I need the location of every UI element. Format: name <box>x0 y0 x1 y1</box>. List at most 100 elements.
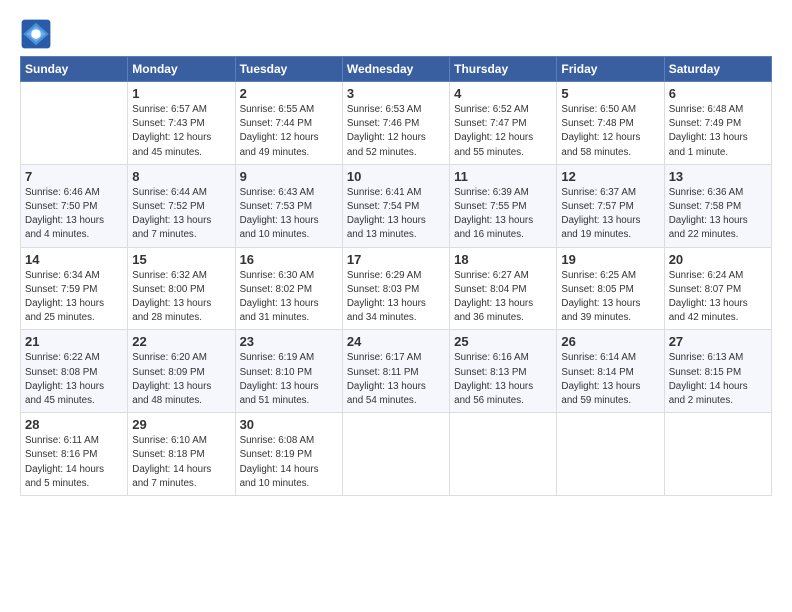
calendar-cell: 24 Sunrise: 6:17 AM Sunset: 8:11 PM Dayli… <box>342 330 449 413</box>
day-info: Sunrise: 6:08 AM Sunset: 8:19 PM Dayligh… <box>240 434 338 491</box>
day-number: 14 <box>25 252 123 267</box>
day-number: 15 <box>132 252 230 267</box>
day-number: 26 <box>561 334 659 349</box>
page-container: SundayMondayTuesdayWednesdayThursdayFrid… <box>0 0 792 506</box>
day-number: 25 <box>454 334 552 349</box>
calendar-cell: 25 Sunrise: 6:16 AM Sunset: 8:13 PM Dayli… <box>450 330 557 413</box>
day-number: 4 <box>454 86 552 101</box>
calendar-cell <box>21 82 128 165</box>
calendar-cell: 17 Sunrise: 6:29 AM Sunset: 8:03 PM Dayli… <box>342 247 449 330</box>
day-number: 12 <box>561 169 659 184</box>
day-number: 13 <box>669 169 767 184</box>
calendar-cell: 9 Sunrise: 6:43 AM Sunset: 7:53 PM Daylig… <box>235 164 342 247</box>
day-info: Sunrise: 6:39 AM Sunset: 7:55 PM Dayligh… <box>454 186 552 243</box>
logo <box>20 18 56 50</box>
day-info: Sunrise: 6:24 AM Sunset: 8:07 PM Dayligh… <box>669 269 767 326</box>
day-number: 1 <box>132 86 230 101</box>
day-number: 8 <box>132 169 230 184</box>
calendar-cell: 13 Sunrise: 6:36 AM Sunset: 7:58 PM Dayli… <box>664 164 771 247</box>
day-info: Sunrise: 6:52 AM Sunset: 7:47 PM Dayligh… <box>454 103 552 160</box>
calendar-cell: 29 Sunrise: 6:10 AM Sunset: 8:18 PM Dayli… <box>128 413 235 496</box>
calendar-cell: 11 Sunrise: 6:39 AM Sunset: 7:55 PM Dayli… <box>450 164 557 247</box>
header-saturday: Saturday <box>664 57 771 82</box>
calendar-cell: 16Sunrise: 6:30 AM Sunset: 8:02 PM Dayli… <box>235 247 342 330</box>
calendar-cell: 30 Sunrise: 6:08 AM Sunset: 8:19 PM Dayli… <box>235 413 342 496</box>
calendar-cell: 28 Sunrise: 6:11 AM Sunset: 8:16 PM Dayli… <box>21 413 128 496</box>
day-number: 29 <box>132 417 230 432</box>
header-sunday: Sunday <box>21 57 128 82</box>
day-number: 30 <box>240 417 338 432</box>
calendar-week-row: 1 Sunrise: 6:57 AM Sunset: 7:43 PM Daylig… <box>21 82 772 165</box>
day-number: 18 <box>454 252 552 267</box>
calendar-cell: 10 Sunrise: 6:41 AM Sunset: 7:54 PM Dayli… <box>342 164 449 247</box>
calendar-cell: 15Sunrise: 6:32 AM Sunset: 8:00 PM Dayli… <box>128 247 235 330</box>
day-number: 9 <box>240 169 338 184</box>
day-info: Sunrise: 6:16 AM Sunset: 8:13 PM Dayligh… <box>454 351 552 408</box>
calendar-cell: 5Sunrise: 6:50 AM Sunset: 7:48 PM Daylig… <box>557 82 664 165</box>
calendar-cell: 14Sunrise: 6:34 AM Sunset: 7:59 PM Dayli… <box>21 247 128 330</box>
calendar-cell <box>342 413 449 496</box>
header-monday: Monday <box>128 57 235 82</box>
calendar-cell: 19 Sunrise: 6:25 AM Sunset: 8:05 PM Dayli… <box>557 247 664 330</box>
calendar-week-row: 14Sunrise: 6:34 AM Sunset: 7:59 PM Dayli… <box>21 247 772 330</box>
calendar-cell: 4 Sunrise: 6:52 AM Sunset: 7:47 PM Daylig… <box>450 82 557 165</box>
day-info: Sunrise: 6:19 AM Sunset: 8:10 PM Dayligh… <box>240 351 338 408</box>
header-wednesday: Wednesday <box>342 57 449 82</box>
header-thursday: Thursday <box>450 57 557 82</box>
day-info: Sunrise: 6:30 AM Sunset: 8:02 PM Dayligh… <box>240 269 338 326</box>
day-info: Sunrise: 6:29 AM Sunset: 8:03 PM Dayligh… <box>347 269 445 326</box>
day-number: 10 <box>347 169 445 184</box>
day-number: 28 <box>25 417 123 432</box>
calendar-week-row: 21Sunrise: 6:22 AM Sunset: 8:08 PM Dayli… <box>21 330 772 413</box>
day-info: Sunrise: 6:20 AM Sunset: 8:09 PM Dayligh… <box>132 351 230 408</box>
day-info: Sunrise: 6:10 AM Sunset: 8:18 PM Dayligh… <box>132 434 230 491</box>
calendar-cell: 7 Sunrise: 6:46 AM Sunset: 7:50 PM Daylig… <box>21 164 128 247</box>
day-number: 11 <box>454 169 552 184</box>
day-number: 27 <box>669 334 767 349</box>
day-info: Sunrise: 6:57 AM Sunset: 7:43 PM Dayligh… <box>132 103 230 160</box>
day-info: Sunrise: 6:44 AM Sunset: 7:52 PM Dayligh… <box>132 186 230 243</box>
day-info: Sunrise: 6:25 AM Sunset: 8:05 PM Dayligh… <box>561 269 659 326</box>
calendar-cell: 3Sunrise: 6:53 AM Sunset: 7:46 PM Daylig… <box>342 82 449 165</box>
day-number: 6 <box>669 86 767 101</box>
day-number: 24 <box>347 334 445 349</box>
day-info: Sunrise: 6:36 AM Sunset: 7:58 PM Dayligh… <box>669 186 767 243</box>
calendar-cell: 22 Sunrise: 6:20 AM Sunset: 8:09 PM Dayli… <box>128 330 235 413</box>
calendar-cell: 18 Sunrise: 6:27 AM Sunset: 8:04 PM Dayli… <box>450 247 557 330</box>
day-info: Sunrise: 6:37 AM Sunset: 7:57 PM Dayligh… <box>561 186 659 243</box>
header-friday: Friday <box>557 57 664 82</box>
calendar-week-row: 28 Sunrise: 6:11 AM Sunset: 8:16 PM Dayli… <box>21 413 772 496</box>
day-info: Sunrise: 6:27 AM Sunset: 8:04 PM Dayligh… <box>454 269 552 326</box>
calendar-header-row: SundayMondayTuesdayWednesdayThursdayFrid… <box>21 57 772 82</box>
calendar-cell: 26 Sunrise: 6:14 AM Sunset: 8:14 PM Dayli… <box>557 330 664 413</box>
header-tuesday: Tuesday <box>235 57 342 82</box>
day-info: Sunrise: 6:22 AM Sunset: 8:08 PM Dayligh… <box>25 351 123 408</box>
day-info: Sunrise: 6:55 AM Sunset: 7:44 PM Dayligh… <box>240 103 338 160</box>
day-number: 5 <box>561 86 659 101</box>
day-info: Sunrise: 6:14 AM Sunset: 8:14 PM Dayligh… <box>561 351 659 408</box>
calendar-cell <box>557 413 664 496</box>
day-number: 20 <box>669 252 767 267</box>
day-info: Sunrise: 6:11 AM Sunset: 8:16 PM Dayligh… <box>25 434 123 491</box>
calendar-cell: 12 Sunrise: 6:37 AM Sunset: 7:57 PM Dayli… <box>557 164 664 247</box>
day-info: Sunrise: 6:13 AM Sunset: 8:15 PM Dayligh… <box>669 351 767 408</box>
calendar-cell <box>664 413 771 496</box>
day-number: 7 <box>25 169 123 184</box>
calendar-cell: 20 Sunrise: 6:24 AM Sunset: 8:07 PM Dayli… <box>664 247 771 330</box>
calendar-cell: 23 Sunrise: 6:19 AM Sunset: 8:10 PM Dayli… <box>235 330 342 413</box>
day-number: 17 <box>347 252 445 267</box>
day-number: 22 <box>132 334 230 349</box>
calendar-week-row: 7 Sunrise: 6:46 AM Sunset: 7:50 PM Daylig… <box>21 164 772 247</box>
calendar-cell: 2Sunrise: 6:55 AM Sunset: 7:44 PM Daylig… <box>235 82 342 165</box>
day-number: 19 <box>561 252 659 267</box>
calendar-cell: 6 Sunrise: 6:48 AM Sunset: 7:49 PM Daylig… <box>664 82 771 165</box>
day-info: Sunrise: 6:48 AM Sunset: 7:49 PM Dayligh… <box>669 103 767 160</box>
day-number: 23 <box>240 334 338 349</box>
day-info: Sunrise: 6:41 AM Sunset: 7:54 PM Dayligh… <box>347 186 445 243</box>
day-info: Sunrise: 6:43 AM Sunset: 7:53 PM Dayligh… <box>240 186 338 243</box>
calendar-cell <box>450 413 557 496</box>
day-info: Sunrise: 6:17 AM Sunset: 8:11 PM Dayligh… <box>347 351 445 408</box>
calendar-table: SundayMondayTuesdayWednesdayThursdayFrid… <box>20 56 772 496</box>
day-info: Sunrise: 6:46 AM Sunset: 7:50 PM Dayligh… <box>25 186 123 243</box>
logo-icon <box>20 18 52 50</box>
